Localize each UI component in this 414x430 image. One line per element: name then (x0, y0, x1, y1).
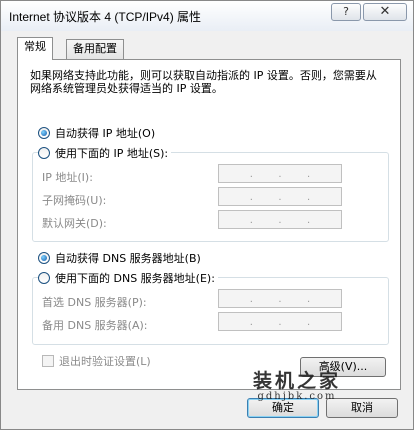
validate-settings-checkbox[interactable] (42, 355, 54, 367)
watermark-url: gdhjbk.com (257, 391, 337, 402)
tab-general[interactable]: 常规 (17, 37, 53, 60)
preferred-dns-input[interactable]: ... (218, 289, 342, 308)
manual-dns-label: 使用下面的 DNS 服务器地址(E): (55, 272, 215, 285)
description-text: 如果网络支持此功能，则可以获取自动指派的 IP 设置。否则，您需要从网络系统管理… (30, 69, 377, 95)
close-icon: ✕ (379, 4, 391, 19)
watermark-logo: 装机之家 gdhjbk.com (253, 366, 341, 402)
general-panel: 如果网络支持此功能，则可以获取自动指派的 IP 设置。否则，您需要从网络系统管理… (17, 59, 401, 390)
auto-dns-radio[interactable] (38, 252, 50, 264)
watermark-title: 装机之家 (253, 370, 342, 392)
window-title: Internet 协议版本 4 (TCP/IPv4) 属性 (9, 10, 202, 24)
default-gateway-label: 默认网关(D): (42, 217, 107, 230)
default-gateway-input[interactable]: ... (218, 210, 342, 229)
validate-settings-label: 退出时验证设置(L) (59, 355, 151, 368)
help-button[interactable]: ? (331, 3, 361, 21)
auto-ip-option[interactable]: 自动获得 IP 地址(O) (38, 126, 155, 140)
manual-ip-option[interactable]: 使用下面的 IP 地址(S): (38, 146, 172, 160)
tab-alternate-configuration[interactable]: 备用配置 (66, 39, 124, 59)
auto-dns-label: 自动获得 DNS 服务器地址(B) (55, 252, 201, 265)
preferred-dns-label: 首选 DNS 服务器(P): (42, 296, 147, 309)
manual-dns-group (32, 277, 389, 345)
auto-ip-label: 自动获得 IP 地址(O) (55, 127, 156, 140)
manual-dns-option[interactable]: 使用下面的 DNS 服务器地址(E): (38, 271, 218, 285)
manual-ip-label: 使用下面的 IP 地址(S): (55, 147, 169, 160)
tcpip-properties-dialog: Internet 协议版本 4 (TCP/IPv4) 属性 ? ✕ 常规 备用配… (0, 0, 414, 430)
close-button[interactable]: ✕ (363, 3, 407, 21)
manual-ip-radio[interactable] (38, 147, 50, 159)
ip-address-input[interactable]: ... (218, 164, 342, 183)
auto-dns-option[interactable]: 自动获得 DNS 服务器地址(B) (38, 251, 201, 265)
subnet-mask-label: 子网掩码(U): (42, 194, 107, 207)
ip-address-label: IP 地址(I): (42, 171, 93, 184)
auto-ip-radio[interactable] (38, 127, 50, 139)
alternate-dns-label: 备用 DNS 服务器(A): (42, 319, 148, 332)
manual-dns-radio[interactable] (38, 272, 50, 284)
title-bar: Internet 协议版本 4 (TCP/IPv4) 属性 ? ✕ (1, 1, 413, 31)
validate-settings-option[interactable]: 退出时验证设置(L) (42, 353, 151, 369)
alternate-dns-input[interactable]: ... (218, 312, 342, 331)
subnet-mask-input[interactable]: ... (218, 187, 342, 206)
